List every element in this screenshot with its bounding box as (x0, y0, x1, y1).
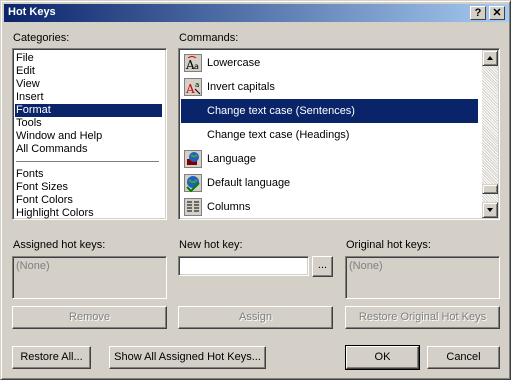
help-button[interactable]: ? (470, 6, 486, 20)
command-label: Columns (207, 201, 251, 213)
restore-original-hot-keys-button[interactable]: Restore Original Hot Keys (345, 306, 500, 329)
command-item-lowercase[interactable]: A a Lowercase (181, 51, 478, 75)
new-hot-key-label: New hot key: (179, 239, 243, 251)
assigned-hot-keys-value: (None) (16, 260, 50, 272)
browse-button[interactable]: ... (312, 256, 333, 277)
arrow-up-icon (487, 56, 493, 60)
cancel-button[interactable]: Cancel (427, 346, 500, 369)
command-item-columns[interactable]: Columns (181, 195, 478, 219)
scroll-down-button[interactable] (482, 202, 498, 218)
default-language-icon (184, 174, 202, 192)
commands-label: Commands: (179, 32, 239, 44)
command-item-change-text-case-headings[interactable]: Change text case (Headings) (181, 123, 478, 147)
svg-text:a: a (194, 62, 199, 71)
category-item-all-commands[interactable]: All Commands (16, 143, 88, 156)
command-label: Default language (207, 177, 291, 189)
arrow-down-icon (487, 208, 493, 212)
command-label: Change text case (Headings) (207, 129, 350, 141)
original-hot-keys-label: Original hot keys: (346, 239, 431, 251)
category-item-window-and-help[interactable]: Window and Help (16, 130, 102, 143)
category-item-format[interactable]: Format (15, 104, 162, 117)
new-hot-key-input[interactable] (178, 256, 309, 276)
category-item-highlight-colors[interactable]: Highlight Colors (16, 207, 94, 219)
close-button[interactable]: ✕ (489, 6, 505, 20)
show-all-assigned-hot-keys-button[interactable]: Show All Assigned Hot Keys... (109, 346, 266, 369)
svg-text:A: A (185, 82, 195, 96)
assign-button[interactable]: Assign (178, 306, 333, 329)
command-item-default-language[interactable]: Default language (181, 171, 478, 195)
category-item-insert[interactable]: Insert (16, 91, 44, 104)
command-item-change-text-case-sentences[interactable]: Change text case (Sentences) (181, 99, 478, 123)
hot-keys-dialog: Hot Keys ? ✕ Categories: File Edit View … (0, 0, 511, 380)
invert-capitals-icon: A a (184, 78, 202, 96)
category-item-tools[interactable]: Tools (16, 117, 42, 130)
command-item-language[interactable]: Language (181, 147, 478, 171)
category-item-font-sizes[interactable]: Font Sizes (16, 181, 68, 194)
title-bar[interactable]: Hot Keys ? ✕ (4, 4, 509, 22)
category-item-fonts[interactable]: Fonts (16, 168, 44, 181)
category-item-font-colors[interactable]: Font Colors (16, 194, 73, 207)
commands-list[interactable]: A a Lowercase A a Invert capitals Change… (178, 48, 500, 220)
commands-scrollbar[interactable] (482, 50, 498, 218)
category-item-view[interactable]: View (16, 78, 40, 91)
ok-button[interactable]: OK (345, 345, 420, 370)
assigned-hot-keys-list[interactable]: (None) (12, 256, 167, 299)
window-title: Hot Keys (8, 6, 56, 18)
columns-icon (184, 198, 202, 216)
command-item-invert-capitals[interactable]: A a Invert capitals (181, 75, 478, 99)
restore-all-button[interactable]: Restore All... (12, 346, 91, 369)
language-icon (184, 150, 202, 168)
lowercase-icon: A a (184, 54, 202, 72)
categories-label: Categories: (13, 32, 70, 44)
remove-button[interactable]: Remove (12, 306, 167, 329)
assigned-hot-keys-label: Assigned hot keys: (13, 239, 106, 251)
original-hot-keys-value: (None) (349, 260, 383, 272)
command-label: Lowercase (207, 57, 261, 69)
category-separator (16, 161, 159, 163)
command-label: Change text case (Sentences) (207, 105, 355, 117)
command-label: Language (207, 153, 256, 165)
category-item-file[interactable]: File (16, 52, 34, 65)
original-hot-keys-list[interactable]: (None) (345, 256, 500, 299)
command-label: Invert capitals (207, 81, 275, 93)
scroll-up-button[interactable] (482, 50, 498, 66)
category-item-edit[interactable]: Edit (16, 65, 35, 78)
svg-text:a: a (195, 81, 199, 89)
categories-list[interactable]: File Edit View Insert Format Tools Windo… (12, 48, 167, 220)
scroll-thumb[interactable] (482, 184, 498, 194)
